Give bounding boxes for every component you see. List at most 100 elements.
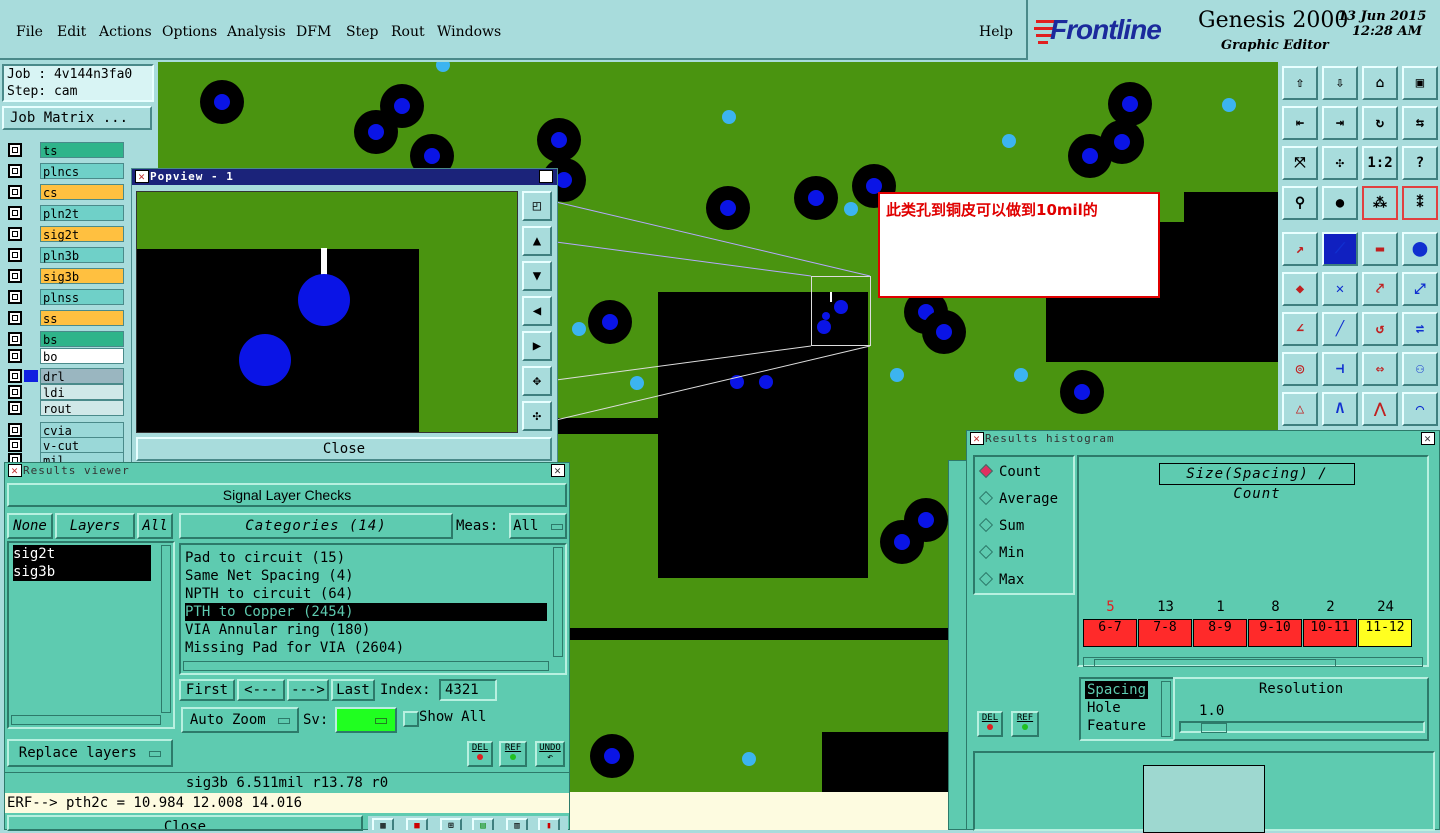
index-input[interactable]: 4321 [439, 679, 497, 701]
layer-row[interactable]: v-cut [6, 437, 124, 453]
bin-bar[interactable]: 8-9 [1193, 619, 1247, 647]
category-item[interactable]: NPTH to circuit (64) [185, 585, 354, 603]
mode-item[interactable]: Hole [1085, 699, 1123, 717]
window-menu-icon[interactable]: ✕ [970, 432, 984, 445]
move-icon[interactable]: ⤢ [1402, 272, 1438, 306]
close-icon[interactable]: ✕ [551, 464, 565, 477]
split-icon[interactable]: ⊣ [1322, 352, 1358, 386]
zoom-home-icon[interactable]: ⇧ [1282, 66, 1318, 100]
menu-dfm[interactable]: DFM [296, 24, 331, 40]
category-item[interactable]: Same Net Spacing (4) [185, 567, 354, 585]
mirror-icon[interactable]: ⇆ [1402, 106, 1438, 140]
next-button[interactable]: ---> [287, 679, 329, 701]
fit-all-icon[interactable]: ⤧ [1282, 146, 1318, 180]
layer-checkbox[interactable] [8, 185, 22, 199]
category-item[interactable]: Missing Pad for VIA (2604) [185, 639, 404, 657]
bar-icon[interactable]: ▮ [538, 818, 560, 830]
horizontal-scrollbar[interactable] [1083, 657, 1423, 667]
job-matrix-button[interactable]: Job Matrix ... [2, 106, 152, 130]
pad-icon[interactable]: ⬤ [1402, 232, 1438, 266]
layer-checkbox[interactable] [8, 385, 22, 399]
connect-icon[interactable]: ◆ [1282, 272, 1318, 306]
snap-icon[interactable]: ● [1322, 186, 1358, 220]
center-icon[interactable]: ✣ [1322, 146, 1358, 180]
move-down-icon[interactable]: ▼ [522, 261, 552, 291]
mode-list[interactable]: Spacing Hole Feature [1079, 677, 1175, 741]
histogram-ref-button[interactable]: REF [1011, 711, 1039, 737]
mode-item[interactable]: Feature [1085, 717, 1148, 735]
mode-item[interactable]: Spacing [1085, 681, 1149, 699]
del-button[interactable]: DEL [467, 741, 493, 767]
layer-row[interactable]: rout [6, 400, 124, 416]
layer-row[interactable]: cvia [6, 422, 124, 438]
bin-bar[interactable]: 7-8 [1138, 619, 1192, 647]
bus-icon[interactable]: ⇔ [1362, 352, 1398, 386]
layer-checkbox[interactable] [8, 248, 22, 262]
close-icon[interactable]: ✕ [539, 170, 553, 183]
option-sum[interactable]: Sum [978, 517, 1024, 535]
layer-checkbox[interactable] [8, 349, 22, 363]
line-icon[interactable]: ╱ [1322, 312, 1358, 346]
layer-checkbox[interactable] [8, 332, 22, 346]
bin-bar[interactable]: 11-12 [1358, 619, 1412, 647]
layer-checkbox[interactable] [8, 369, 22, 383]
menu-file[interactable]: File [16, 24, 43, 40]
rotate-icon[interactable]: ↻ [1362, 106, 1398, 140]
bin-bar[interactable]: 10-11 [1303, 619, 1357, 647]
move-left-icon[interactable]: ◀ [522, 296, 552, 326]
menu-help[interactable]: Help [979, 24, 1013, 40]
layer-row[interactable]: plncs [6, 163, 124, 179]
first-button[interactable]: First [179, 679, 235, 701]
layer-row[interactable]: pln2t [6, 205, 124, 221]
move-up-icon[interactable]: ▲ [522, 226, 552, 256]
a-frame-icon[interactable]: Λ [1322, 392, 1358, 426]
angle-icon[interactable]: ∠ [1282, 312, 1318, 346]
add-net-icon[interactable]: ⤤ [1362, 272, 1398, 306]
menu-windows[interactable]: Windows [437, 24, 501, 40]
popview-close-button[interactable]: Close [136, 437, 552, 461]
center-icon[interactable]: ✣ [522, 401, 552, 431]
grid-icon[interactable]: ⊞ [440, 818, 462, 830]
layer-row[interactable]: ss [6, 310, 124, 326]
results-close-button[interactable]: Close [7, 815, 363, 831]
show-all-checkbox[interactable] [403, 711, 419, 727]
highlight-icon[interactable]: ⟋ [1322, 232, 1358, 266]
layer-checkbox[interactable] [8, 423, 22, 437]
category-item[interactable]: Pad to circuit (15) [185, 549, 345, 567]
option-average[interactable]: Average [978, 490, 1058, 508]
layer-checkbox[interactable] [8, 143, 22, 157]
bin-bar[interactable]: 6-7 [1083, 619, 1137, 647]
ref-button[interactable]: REF [499, 741, 527, 767]
layer-checkbox[interactable] [8, 206, 22, 220]
graph-icon[interactable]: ▤ [472, 818, 494, 830]
vertical-scrollbar[interactable] [161, 545, 171, 713]
drill-icon[interactable]: ◎ [1282, 352, 1318, 386]
bridge-icon[interactable]: ⌒ [1402, 392, 1438, 426]
layer-checkbox[interactable] [8, 164, 22, 178]
doc-icon[interactable]: ▥ [506, 818, 528, 830]
option-min[interactable]: Min [978, 544, 1024, 562]
list-item[interactable]: sig2t [13, 545, 151, 563]
layer-row[interactable]: bs [6, 331, 124, 347]
sv-color-select[interactable] [335, 707, 397, 733]
layer-row[interactable]: pln3b [6, 247, 124, 263]
home-icon[interactable]: ⌂ [1362, 66, 1398, 100]
layer-row[interactable]: plnss [6, 289, 124, 305]
option-max[interactable]: Max [978, 571, 1024, 589]
layers-button[interactable]: Layers [55, 513, 135, 539]
group-icon[interactable]: ⚇ [1402, 352, 1438, 386]
replace-layers-button[interactable]: Replace layers [7, 739, 173, 767]
category-list[interactable]: Pad to circuit (15) Same Net Spacing (4) N… [179, 543, 567, 675]
scroll-thumb[interactable] [1094, 659, 1336, 667]
layer-icon[interactable]: ⁑ [1402, 186, 1438, 220]
layer-icon[interactable]: ▦ [372, 818, 394, 830]
layer-checkbox[interactable] [8, 401, 22, 415]
layer-checkbox[interactable] [8, 227, 22, 241]
bin-bar[interactable]: 9-10 [1248, 619, 1302, 647]
list-item[interactable]: sig3b [13, 563, 151, 581]
close-icon[interactable]: ✕ [1421, 432, 1435, 445]
layer-checkbox[interactable] [8, 438, 22, 452]
pan-left-icon[interactable]: ⇤ [1282, 106, 1318, 140]
cross-icon[interactable]: ✕ [1322, 272, 1358, 306]
layer-row[interactable]: bo [6, 348, 124, 364]
